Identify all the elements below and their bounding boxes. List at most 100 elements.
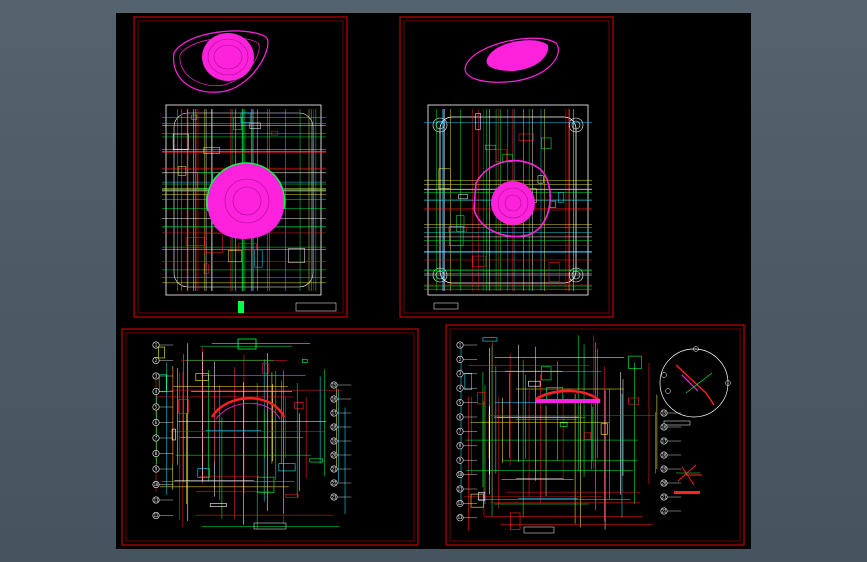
cad-shape [628,355,642,369]
section-view-lines [155,343,346,529]
balloons-right-sheet4: 15 16 17 18 19 20 21 22 [660,409,682,515]
callout-balloon[interactable]: 1 [456,341,478,349]
callout-balloon-number: 18 [332,424,337,429]
callout-balloon[interactable]: 19 [660,465,682,473]
callout-balloon[interactable]: 4 [152,387,174,395]
callout-balloon[interactable]: 19 [330,437,352,445]
cad-shape [158,374,167,393]
callout-balloon[interactable]: 2 [456,355,478,363]
cad-shape [485,144,496,150]
callout-balloon-number: 19 [662,466,667,471]
cad-shape [558,192,564,203]
callout-balloon[interactable]: 6 [152,418,174,426]
callout-balloon[interactable]: 3 [456,370,478,378]
callout-balloon-number: 20 [662,480,667,485]
cad-drawing: 123456789101112 151617181920212223 12345 [121,16,745,546]
callout-balloon[interactable]: 5 [152,403,174,411]
callout-balloon-number: 10 [458,472,463,477]
callout-balloon-number: 13 [458,515,463,520]
callout-balloon[interactable]: 18 [330,423,352,431]
callout-balloon[interactable]: 13 [456,514,478,522]
callout-balloon[interactable]: 4 [456,384,478,392]
callout-balloon-number: 19 [332,438,337,443]
cad-shape [464,372,472,391]
cad-shape [178,399,189,414]
sheet-bottom-left[interactable]: 123456789101112 151617181920212223 [121,328,419,546]
callout-balloon-number: 22 [332,480,337,485]
callout-balloon[interactable]: 7 [456,427,478,435]
cad-shape [254,249,263,268]
callout-balloon[interactable]: 22 [660,507,682,515]
part-iso-view [173,30,269,93]
callout-balloon[interactable]: 11 [152,496,174,504]
cad-shape [262,363,270,374]
detail-circle [659,346,731,418]
callout-balloon[interactable]: 10 [456,471,478,479]
sheet-top-right[interactable] [399,16,614,318]
callout-balloon-number: 16 [662,424,667,429]
cad-shape [537,175,544,184]
callout-balloon-number: 11 [458,486,463,491]
callout-balloon[interactable]: 15 [330,381,352,389]
callout-balloon-number: 15 [662,410,667,415]
callout-balloon[interactable]: 16 [330,395,352,403]
callout-balloon[interactable]: 11 [456,485,478,493]
callout-balloon[interactable]: 12 [152,511,174,519]
cad-shape [541,366,552,381]
cad-shape [158,346,165,359]
callout-balloon[interactable]: 5 [456,399,478,407]
callout-balloon[interactable]: 15 [660,409,682,417]
sheet-top-left[interactable] [133,16,348,318]
cad-shape [209,503,227,507]
cad-shape [309,458,323,463]
cad-shape [472,255,487,267]
callout-balloon[interactable]: 17 [330,409,352,417]
callout-balloon[interactable]: 21 [330,465,352,473]
cad-shape [559,422,568,427]
cad-shape [470,493,484,508]
callout-balloon[interactable]: 21 [660,493,682,501]
callout-balloon[interactable]: 17 [660,437,682,445]
callout-balloon[interactable]: 23 [330,493,352,501]
callout-balloon[interactable]: 3 [152,372,174,380]
callout-balloon[interactable]: 12 [456,499,478,507]
cad-shape [548,262,560,282]
callout-balloon[interactable]: 22 [330,479,352,487]
callout-balloon[interactable]: 8 [456,442,478,450]
cad-shape [278,463,296,472]
cad-shape [270,130,279,136]
cad-drawing-viewport[interactable]: 1 2 3 4 5 6 7 8 9 10 11 12 15 16 17 18 19 20 21 22 23 12345 [116,13,751,549]
cad-shape [518,133,535,141]
cad-shape [549,200,556,208]
cad-shape [257,476,275,493]
cad-shape [528,380,541,387]
sheet-bottom-right[interactable]: 12345678910111213 1516171819202122 [445,324,745,546]
callout-balloon-number: 21 [662,494,667,499]
cad-shape [285,493,299,498]
callout-balloon[interactable]: 6 [456,413,478,421]
callout-balloon[interactable]: 8 [152,449,174,457]
cad-shape [458,194,468,200]
callout-balloon[interactable]: 20 [330,451,352,459]
cad-shape [172,133,189,150]
callout-balloon-number: 17 [332,410,337,415]
section-view-lines-2 [460,335,658,531]
callout-balloon[interactable]: 9 [152,465,174,473]
callout-balloon-number: 16 [332,396,337,401]
balloons-right-sheet3: 15 16 17 18 19 20 21 22 23 [330,381,352,501]
cad-shape [584,432,592,440]
callout-balloon[interactable]: 9 [456,456,478,464]
cad-shape [302,359,308,363]
cad-shape [228,250,243,263]
callout-balloon[interactable]: 7 [152,434,174,442]
callout-balloon-number: 18 [662,452,667,457]
callout-balloon-number: 21 [332,466,337,471]
cad-shape [495,149,507,163]
callout-balloon-number: 22 [662,508,667,513]
callout-balloon-number: 11 [154,497,159,502]
small-detail [674,464,702,494]
cad-shape [541,137,552,149]
cavity-outline [206,162,286,239]
callout-balloon[interactable]: 18 [660,451,682,459]
cad-shape [510,512,521,530]
